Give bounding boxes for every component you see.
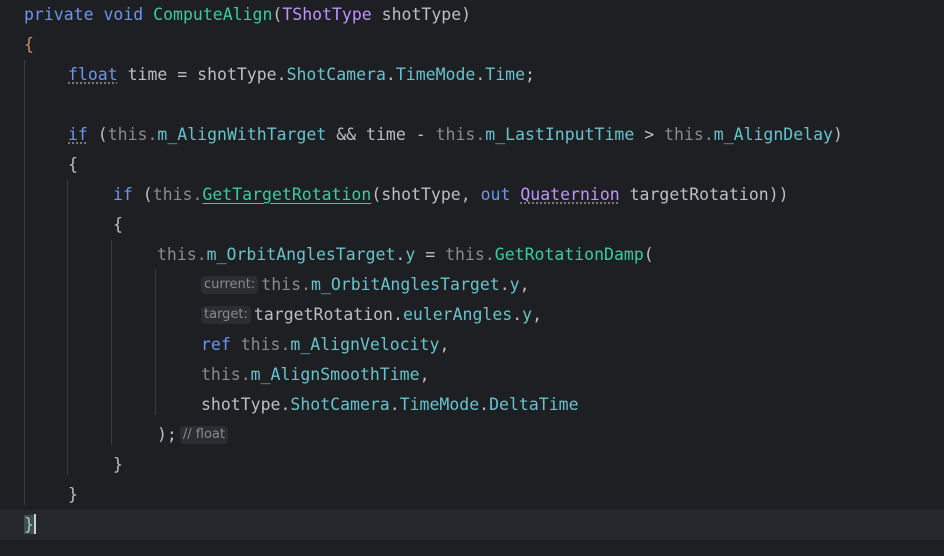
keyword: private xyxy=(24,5,94,24)
parameter: shotType) xyxy=(371,5,472,24)
dot: . xyxy=(389,395,400,414)
code-text: targetRotation)) xyxy=(619,185,789,204)
code-line[interactable]: } xyxy=(0,480,944,510)
member: m_AlignSmoothTime xyxy=(250,365,420,384)
code-text: shotType. xyxy=(201,395,291,414)
member: Time xyxy=(485,65,526,84)
dot: . xyxy=(395,245,406,264)
code-text: && time - xyxy=(326,125,436,144)
keyword: if xyxy=(68,125,88,144)
code-line[interactable]: );// float xyxy=(0,420,944,450)
code-text: targetRotation. xyxy=(253,305,403,324)
brace: } xyxy=(113,455,123,474)
member: m_OrbitAnglesTarget xyxy=(310,275,500,294)
code-line[interactable]: current: this.m_OrbitAnglesTarget.y, xyxy=(0,270,944,300)
method-name: GetRotationDamp xyxy=(494,245,644,264)
this-keyword: this. xyxy=(201,365,251,384)
this-keyword: this. xyxy=(664,125,714,144)
code-line[interactable]: float time = shotType.ShotCamera.TimeMod… xyxy=(0,60,944,90)
member: y xyxy=(522,305,533,324)
code-text: = xyxy=(415,245,446,264)
this-keyword: this. xyxy=(261,275,311,294)
code-line[interactable]: shotType.ShotCamera.TimeMode.DeltaTime xyxy=(0,390,944,420)
type-keyword: float xyxy=(68,65,118,84)
keyword: if xyxy=(113,185,133,204)
code-line[interactable]: { xyxy=(0,210,944,240)
text-caret xyxy=(33,514,36,534)
brace: { xyxy=(113,215,123,234)
member: ShotCamera xyxy=(290,395,390,414)
code-line[interactable]: { xyxy=(0,150,944,180)
punctuation: ( xyxy=(272,5,283,24)
keyword: out xyxy=(480,185,511,204)
code-line[interactable]: this.m_OrbitAnglesTarget.y = this.GetRot… xyxy=(0,240,944,270)
dot: . xyxy=(479,395,490,414)
this-keyword: this. xyxy=(240,335,291,354)
member: m_OrbitAnglesTarget xyxy=(206,245,396,264)
member: y xyxy=(509,275,520,294)
type-hint: // float xyxy=(179,426,228,444)
dot: . xyxy=(475,65,486,84)
comma: , xyxy=(439,335,450,354)
code-line[interactable]: } xyxy=(0,450,944,480)
member: eulerAngles xyxy=(402,305,513,324)
parameter-hint: target: xyxy=(201,306,251,324)
type-name: Quaternion xyxy=(520,185,620,204)
code-text: ); xyxy=(157,425,177,444)
member: m_AlignVelocity xyxy=(290,335,440,354)
method-name: ComputeAlign xyxy=(153,5,273,24)
dot: . xyxy=(499,275,510,294)
code-text: ( xyxy=(643,245,654,264)
code-editor[interactable]: private void ComputeAlign(TShotType shot… xyxy=(0,0,944,556)
code-line[interactable] xyxy=(0,90,944,120)
member: m_LastInputTime xyxy=(485,125,635,144)
member: TimeMode xyxy=(399,395,480,414)
brace-highlighted: } xyxy=(24,515,34,534)
code-text: ( xyxy=(132,185,153,204)
code-line[interactable]: if (this.m_AlignWithTarget && time - thi… xyxy=(0,120,944,150)
code-line-current[interactable]: } xyxy=(0,510,944,540)
code-line[interactable]: target: targetRotation.eulerAngles.y, xyxy=(0,300,944,330)
member: y xyxy=(405,245,416,264)
code-line[interactable]: this.m_AlignSmoothTime, xyxy=(0,360,944,390)
code-line[interactable]: private void ComputeAlign(TShotType shot… xyxy=(0,0,944,30)
code-text: (shotType, xyxy=(371,185,481,204)
keyword: ref xyxy=(201,335,231,354)
code-text: time = shotType. xyxy=(117,65,287,84)
code-text: ( xyxy=(87,125,108,144)
method-name: GetTargetRotation xyxy=(202,185,372,204)
type-name: TShotType xyxy=(282,5,372,24)
code-text: ) xyxy=(832,125,843,144)
comma: , xyxy=(532,305,543,324)
this-keyword: this. xyxy=(152,185,203,204)
dot: . xyxy=(385,65,396,84)
member: m_AlignDelay xyxy=(713,125,833,144)
code-line[interactable]: ref this.m_AlignVelocity, xyxy=(0,330,944,360)
semicolon: ; xyxy=(525,65,535,84)
member: m_AlignWithTarget xyxy=(157,125,327,144)
keyword: void xyxy=(103,5,144,24)
code-text: > xyxy=(634,125,665,144)
brace: { xyxy=(24,35,34,54)
code-line[interactable]: if (this.GetTargetRotation(shotType, out… xyxy=(0,180,944,210)
parameter-hint: current: xyxy=(201,276,259,294)
brace: { xyxy=(68,155,78,174)
comma: , xyxy=(419,365,430,384)
dot: . xyxy=(512,305,523,324)
comma: , xyxy=(519,275,530,294)
member: TimeMode xyxy=(395,65,476,84)
member: DeltaTime xyxy=(489,395,579,414)
member: ShotCamera xyxy=(286,65,386,84)
code-line[interactable]: { xyxy=(0,30,944,60)
this-keyword: this. xyxy=(157,245,207,264)
this-keyword: this. xyxy=(445,245,495,264)
brace: } xyxy=(68,485,78,504)
this-keyword: this. xyxy=(107,125,158,144)
this-keyword: this. xyxy=(435,125,486,144)
